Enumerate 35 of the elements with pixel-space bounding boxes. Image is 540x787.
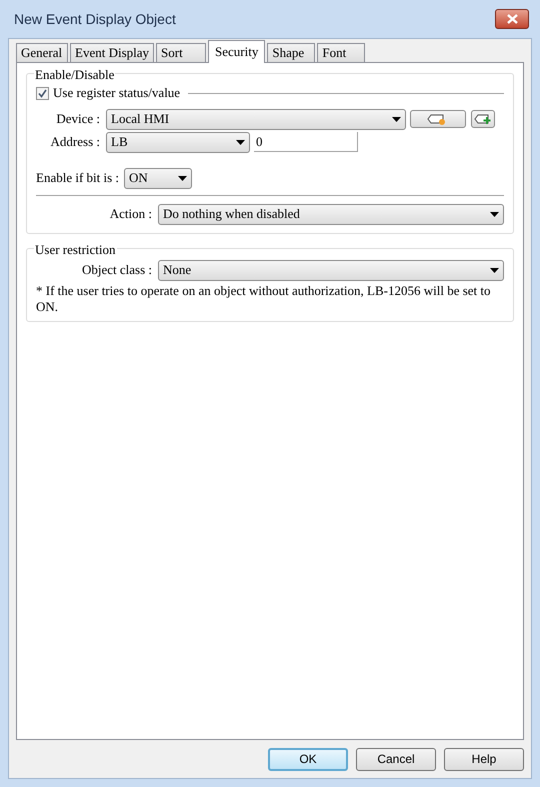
field-label: Action : <box>108 205 153 224</box>
dialog-button[interactable]: Cancel <box>356 748 436 770</box>
tab[interactable]: Font <box>317 43 366 62</box>
caret-icon <box>490 212 499 216</box>
window-title: New Event Display Object <box>14 10 176 29</box>
caret-icon <box>236 140 245 144</box>
add-tag-icon <box>474 113 492 125</box>
field-label: Device : <box>55 110 101 128</box>
caret-icon <box>490 268 499 272</box>
tab[interactable]: Sort <box>156 43 206 62</box>
dropdown[interactable]: LB <box>106 132 250 152</box>
dialog-button[interactable]: OK <box>268 748 348 770</box>
dropdown[interactable]: None <box>158 260 504 280</box>
dropdown[interactable]: Do nothing when disabled <box>158 204 504 224</box>
tab[interactable]: Shape <box>267 43 316 62</box>
dropdown[interactable]: ON <box>124 168 192 188</box>
close-button[interactable] <box>495 9 529 29</box>
close-icon <box>506 14 518 24</box>
caret-icon <box>178 176 188 180</box>
field-label: Address : <box>50 133 101 152</box>
dropdown[interactable]: Local HMI <box>106 108 406 130</box>
field-label: Object class : <box>80 261 153 280</box>
note-text: * If the user tries to operate on an object without authorization, LB-12056 will be set to ON. <box>36 283 492 315</box>
checkbox[interactable] <box>36 86 49 100</box>
caret-icon <box>392 116 401 122</box>
tab[interactable]: Security <box>208 40 266 63</box>
device-settings-button[interactable] <box>410 110 466 128</box>
dialog-button[interactable]: Help <box>444 748 524 770</box>
field-label: Enable if bit is : <box>36 169 120 188</box>
check-icon <box>38 88 47 98</box>
address-input[interactable]: 0 <box>254 132 358 152</box>
checkbox-label: Use register status/value <box>53 84 180 102</box>
tab[interactable]: Event Display <box>70 43 154 62</box>
add-device-button[interactable] <box>471 110 495 128</box>
tab[interactable]: General <box>16 43 68 62</box>
